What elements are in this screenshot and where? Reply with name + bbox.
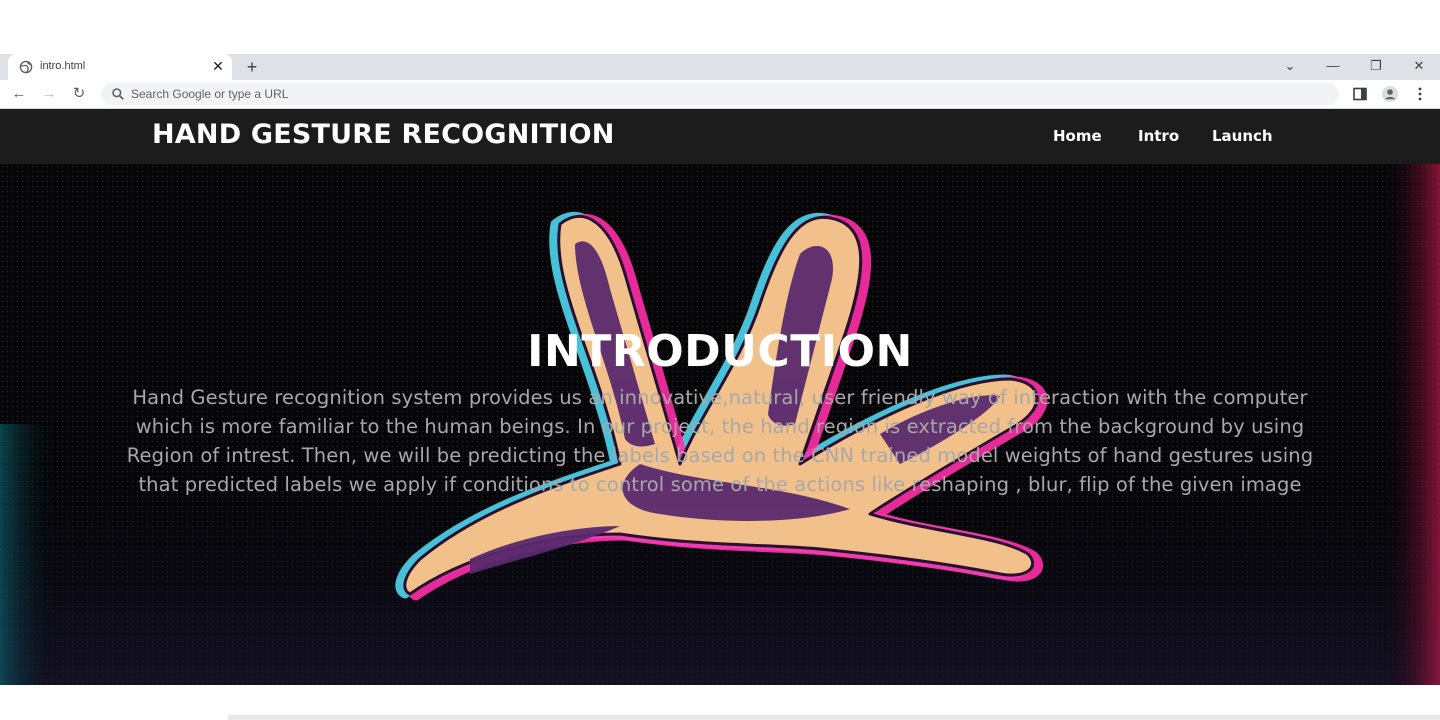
side-panel-icon[interactable] <box>1352 86 1368 102</box>
hero-line-4: that predicted labels we apply if condit… <box>138 473 1302 496</box>
hero-description: Hand Gesture recognition system provides… <box>28 383 1412 499</box>
minimize-button[interactable]: — <box>1322 57 1344 75</box>
site-brand[interactable]: HAND GESTURE RECOGNITION <box>152 119 615 150</box>
back-button[interactable]: ← <box>10 85 28 103</box>
nav-link-intro[interactable]: Intro <box>1138 127 1179 145</box>
site-header: HAND GESTURE RECOGNITION Home Intro Laun… <box>0 109 1440 164</box>
search-icon <box>112 88 124 100</box>
nav-link-home[interactable]: Home <box>1053 127 1102 145</box>
hero-title: INTRODUCTION <box>527 326 913 377</box>
address-bar[interactable] <box>101 83 1339 105</box>
address-input[interactable] <box>131 83 731 105</box>
hero-line-2: which is more familiar to the human bein… <box>135 415 1305 438</box>
menu-kebab-icon[interactable] <box>1412 86 1428 102</box>
reload-button[interactable]: ↻ <box>70 85 88 103</box>
tab-close-icon[interactable]: ✕ <box>210 58 226 74</box>
restore-button[interactable]: ❐ <box>1365 57 1387 75</box>
close-window-button[interactable]: ✕ <box>1408 57 1430 75</box>
scroll-strip <box>228 715 1440 720</box>
hero-line-3: Region of intrest. Then, we will be pred… <box>126 444 1314 467</box>
new-tab-button[interactable]: + <box>242 57 262 77</box>
screen-top-margin <box>0 0 1440 54</box>
globe-icon <box>19 60 33 74</box>
browser-tab[interactable]: intro.html ✕ <box>8 54 232 80</box>
hero-section: INTRODUCTION Hand Gesture recognition sy… <box>0 164 1440 685</box>
tab-title: intro.html <box>40 60 86 72</box>
tab-search-chevron-icon[interactable]: ⌄ <box>1279 57 1301 75</box>
nav-link-launch[interactable]: Launch <box>1212 127 1273 145</box>
profile-icon[interactable] <box>1382 86 1398 102</box>
forward-button[interactable]: → <box>40 85 58 103</box>
browser-tabstrip: intro.html ✕ <box>0 54 1440 80</box>
hero-line-1: Hand Gesture recognition system provides… <box>132 386 1308 409</box>
